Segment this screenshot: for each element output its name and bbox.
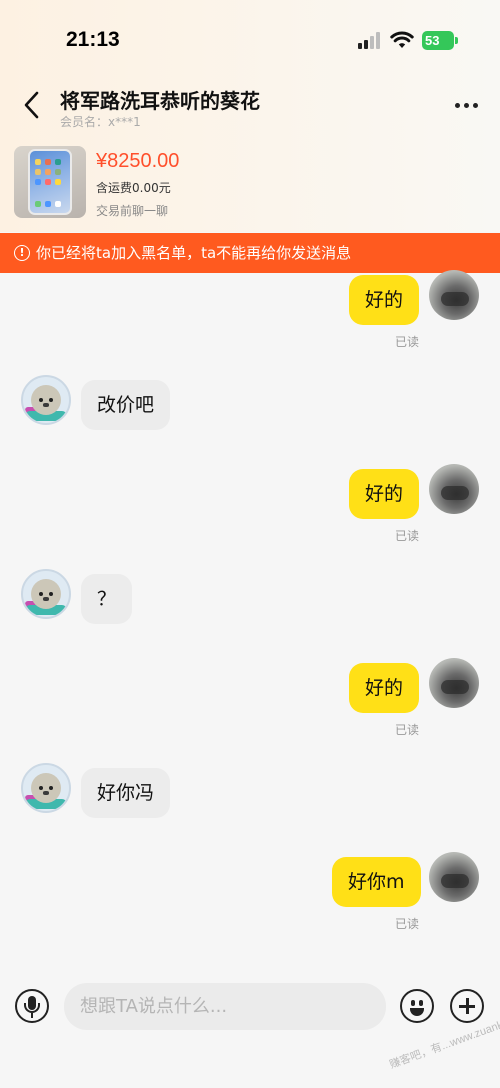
- blacklist-banner: ! 你已经将ta加入黑名单，ta不能再给你发送消息: [0, 233, 500, 273]
- seal-avatar[interactable]: [21, 763, 71, 813]
- chevron-left-icon: [24, 91, 39, 119]
- banner-text: 你已经将ta加入黑名单，ta不能再给你发送消息: [36, 244, 352, 262]
- exclamation-circle-icon: !: [14, 245, 30, 261]
- product-price: ¥8250.00: [96, 150, 180, 172]
- emoji-button[interactable]: [400, 989, 434, 1023]
- more-actions-button[interactable]: [450, 989, 484, 1023]
- read-status: 已读: [395, 335, 420, 349]
- back-button[interactable]: [18, 88, 48, 122]
- member-name: 会员名：x***1: [60, 115, 141, 129]
- message-bubble-other[interactable]: ？: [81, 574, 133, 624]
- self-avatar[interactable]: [429, 270, 479, 320]
- seal-avatar[interactable]: [21, 375, 71, 425]
- message-bubble-self[interactable]: 好你m: [332, 857, 421, 907]
- read-status: 已读: [395, 723, 420, 737]
- cellular-signal-icon: [358, 32, 382, 49]
- battery-level: 53: [422, 31, 454, 50]
- message-bubble-self[interactable]: 好的: [349, 469, 420, 519]
- message-bubble-self[interactable]: 好的: [349, 275, 420, 325]
- product-thumbnail[interactable]: [14, 146, 86, 218]
- message-bubble-other[interactable]: 好你冯: [81, 768, 171, 818]
- read-status: 已读: [395, 917, 420, 931]
- phone-image: [28, 149, 72, 215]
- status-bar: 21:13 53: [0, 0, 500, 80]
- chat-hint: 交易前聊一聊: [96, 204, 169, 218]
- message-bubble-other[interactable]: 改价吧: [81, 380, 171, 430]
- status-time: 21:13: [66, 28, 120, 51]
- self-avatar[interactable]: [429, 852, 479, 902]
- battery-tip: [455, 37, 458, 44]
- wifi-icon: [390, 31, 414, 48]
- seal-avatar[interactable]: [21, 569, 71, 619]
- self-avatar[interactable]: [429, 464, 479, 514]
- chat-title: 将军路洗耳恭听的葵花: [60, 89, 260, 113]
- more-options-button[interactable]: [452, 96, 482, 116]
- message-input[interactable]: [64, 983, 386, 1030]
- self-avatar[interactable]: [429, 658, 479, 708]
- voice-input-button[interactable]: [15, 989, 49, 1023]
- shipping-fee: 含运费0.00元: [96, 181, 171, 195]
- read-status: 已读: [395, 529, 420, 543]
- message-bubble-self[interactable]: 好的: [349, 663, 420, 713]
